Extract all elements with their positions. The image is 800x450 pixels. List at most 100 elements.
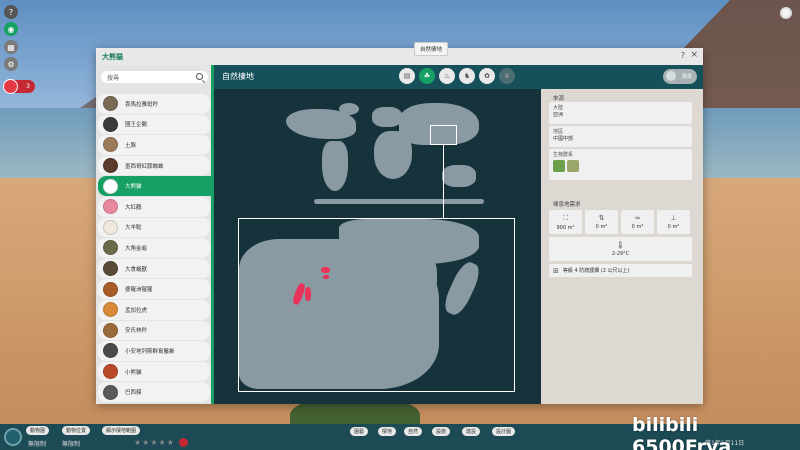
star-icon: ★ — [166, 438, 174, 447]
fence-requirement: ⊞ 等級 4 防爬護欄 (2 公尺以上) — [549, 264, 692, 277]
window-help-button[interactable]: ? — [681, 51, 685, 60]
list-item[interactable]: 大角金龜 — [98, 238, 210, 258]
search-icon[interactable] — [196, 73, 203, 80]
animal-thumbnail — [103, 116, 118, 132]
water-icon: ≈ — [634, 214, 641, 222]
region-label: 地區 — [553, 129, 564, 135]
unlimited-label-1: 無限制 — [28, 441, 47, 448]
inset-north — [339, 219, 479, 264]
list-item[interactable]: 墨西哥紅膝蜘蛛 — [98, 155, 210, 176]
map-australia — [442, 165, 476, 187]
header-button-label: 職業 — [681, 74, 692, 80]
habitat-region — [305, 287, 311, 301]
list-item[interactable]: 小熊貓 — [98, 361, 210, 382]
zoo-icon[interactable]: ◉ — [4, 22, 18, 36]
list-item[interactable]: 喜馬拉雅斑羚 — [98, 94, 210, 114]
water-area-value: 0 m² — [631, 224, 644, 230]
fence-value: 等級 4 防爬護欄 (2 公尺以上) — [562, 268, 630, 274]
list-item[interactable]: 巴西貘 — [98, 382, 210, 402]
animal-thumbnail — [103, 240, 118, 256]
map-connector-line — [443, 145, 444, 218]
animals-button[interactable]: 動物園 — [26, 426, 50, 435]
tab-info[interactable]: ▤ — [399, 68, 415, 84]
animal-thumbnail — [103, 364, 118, 380]
list-item-label: 大熊貓 — [125, 184, 142, 191]
map-greenland — [339, 103, 359, 115]
biome-label: 生物群系 — [553, 152, 574, 158]
tab-diet[interactable]: ♨ — [439, 68, 455, 84]
map-europe — [372, 107, 402, 127]
list-item[interactable]: 孟加拉虎 — [98, 299, 210, 320]
list-item-label: 土豚 — [125, 142, 137, 149]
info-tabs: ▤ ☘ ♨ ♞ ✿ ♛ — [399, 68, 515, 84]
help-button[interactable]: ? — [4, 5, 18, 19]
window-title: 大熊貓 — [102, 53, 123, 61]
animal-thumbnail — [103, 261, 118, 277]
region-value: 中國中部 — [553, 136, 574, 142]
tab-paw[interactable]: ✿ — [479, 68, 495, 84]
animal-thumbnail — [103, 343, 118, 359]
nav-button[interactable]: 園藝 — [350, 427, 369, 436]
animal-thumbnail — [103, 158, 118, 174]
fence-icon: ⊞ — [553, 266, 559, 275]
list-item[interactable]: 國王企鵝 — [98, 114, 210, 135]
climbing-icon: ⇅ — [598, 214, 605, 222]
animal-list: 喜馬拉雅斑羚 國王企鵝土豚墨西哥紅膝蜘蛛大熊貓大紅鸛 大羊駝 大角金龜 大食蟻獸 婆羅洲猩… — [96, 94, 213, 403]
list-item[interactable]: 婆羅洲猩猩 — [98, 279, 210, 299]
continent-label: 大陸 — [553, 105, 564, 111]
origin-title: 來源 — [553, 96, 565, 102]
tab-habitat[interactable]: ☘ — [419, 68, 435, 84]
alert-icon[interactable] — [179, 438, 188, 447]
nav-button[interactable]: 設施 — [432, 427, 451, 436]
animal-info-window: 大熊貓 ? × 自然棲地 搜尋 喜馬拉雅斑羚 國王企鵝 土豚 墨西哥紅膝蜘蛛 大熊貓 大紅… — [96, 42, 703, 404]
land-area-requirement: ⛶ 900 m² — [549, 210, 582, 234]
world-map — [214, 89, 541, 404]
close-icon[interactable]: × — [690, 50, 698, 60]
requirements-title: 棲息地需求 — [553, 202, 581, 208]
inset-korea — [417, 257, 437, 297]
header-toggle-button[interactable]: 職業 — [663, 69, 697, 84]
map-south-america — [322, 141, 348, 191]
star-icon: ★ — [158, 438, 166, 447]
tab-trophy[interactable]: ♛ — [499, 68, 515, 84]
search-input[interactable]: 搜尋 — [101, 71, 208, 83]
badge-count: 3 — [26, 83, 30, 90]
list-item[interactable]: 小安地列斯群島鬣蜥 — [98, 341, 210, 361]
calendar-icon[interactable]: ▦ — [4, 40, 18, 54]
region-card: 地區 中國中部 — [549, 126, 692, 147]
star-icon: ★ — [134, 438, 142, 447]
biome-card: 生物群系 — [549, 149, 692, 180]
map-inset — [238, 218, 515, 392]
nav-button[interactable]: 棲地 — [378, 427, 397, 436]
animal-thumbnail — [103, 178, 118, 194]
nav-button[interactable]: 自然 — [404, 427, 423, 436]
show-habitat-button[interactable]: 顯示棲地範圍 — [102, 426, 141, 435]
list-item-label: 巴西貘 — [125, 390, 142, 397]
rating-stars: ★ ★ ★ ★ ★ — [134, 438, 174, 447]
temperature-value: 2-29°C — [611, 251, 630, 257]
climbing-area-value: 0 m² — [595, 224, 608, 230]
animal-thumbnail — [103, 281, 118, 297]
list-item[interactable]: 大羊駝 — [98, 217, 210, 238]
settings-icon[interactable]: ⚙ — [4, 57, 18, 71]
window-titlebar: 大熊貓 ? × — [96, 48, 703, 65]
notification-badge[interactable]: 3 — [3, 79, 35, 94]
animal-thumbnail — [103, 96, 118, 112]
requirements-grid: ⛶ 900 m² ⇅ 0 m² ≈ 0 m² ⊥ 0 m² — [549, 210, 692, 234]
list-item[interactable]: 大紅鸛 — [98, 196, 210, 217]
star-icon: ★ — [142, 438, 150, 447]
list-item-label: 小熊貓 — [125, 369, 142, 376]
unlimited-label-2: 無限制 — [62, 441, 81, 448]
list-item[interactable]: 大熊貓 — [98, 176, 213, 196]
animal-thumbnail — [103, 199, 118, 215]
habitat-region — [321, 267, 330, 273]
animal-location-button[interactable]: 動物位置 — [62, 426, 91, 435]
list-item[interactable]: 大食蟻獸 — [98, 258, 210, 279]
list-item[interactable]: 土豚 — [98, 135, 210, 155]
tab-animal[interactable]: ♞ — [459, 68, 475, 84]
inset-japan — [440, 258, 484, 319]
list-item[interactable]: 安氏林羚 — [98, 320, 210, 341]
nav-button[interactable]: 設計圖 — [492, 427, 516, 436]
zoo-overview-button[interactable] — [4, 428, 22, 446]
nav-button[interactable]: 建設 — [462, 427, 481, 436]
